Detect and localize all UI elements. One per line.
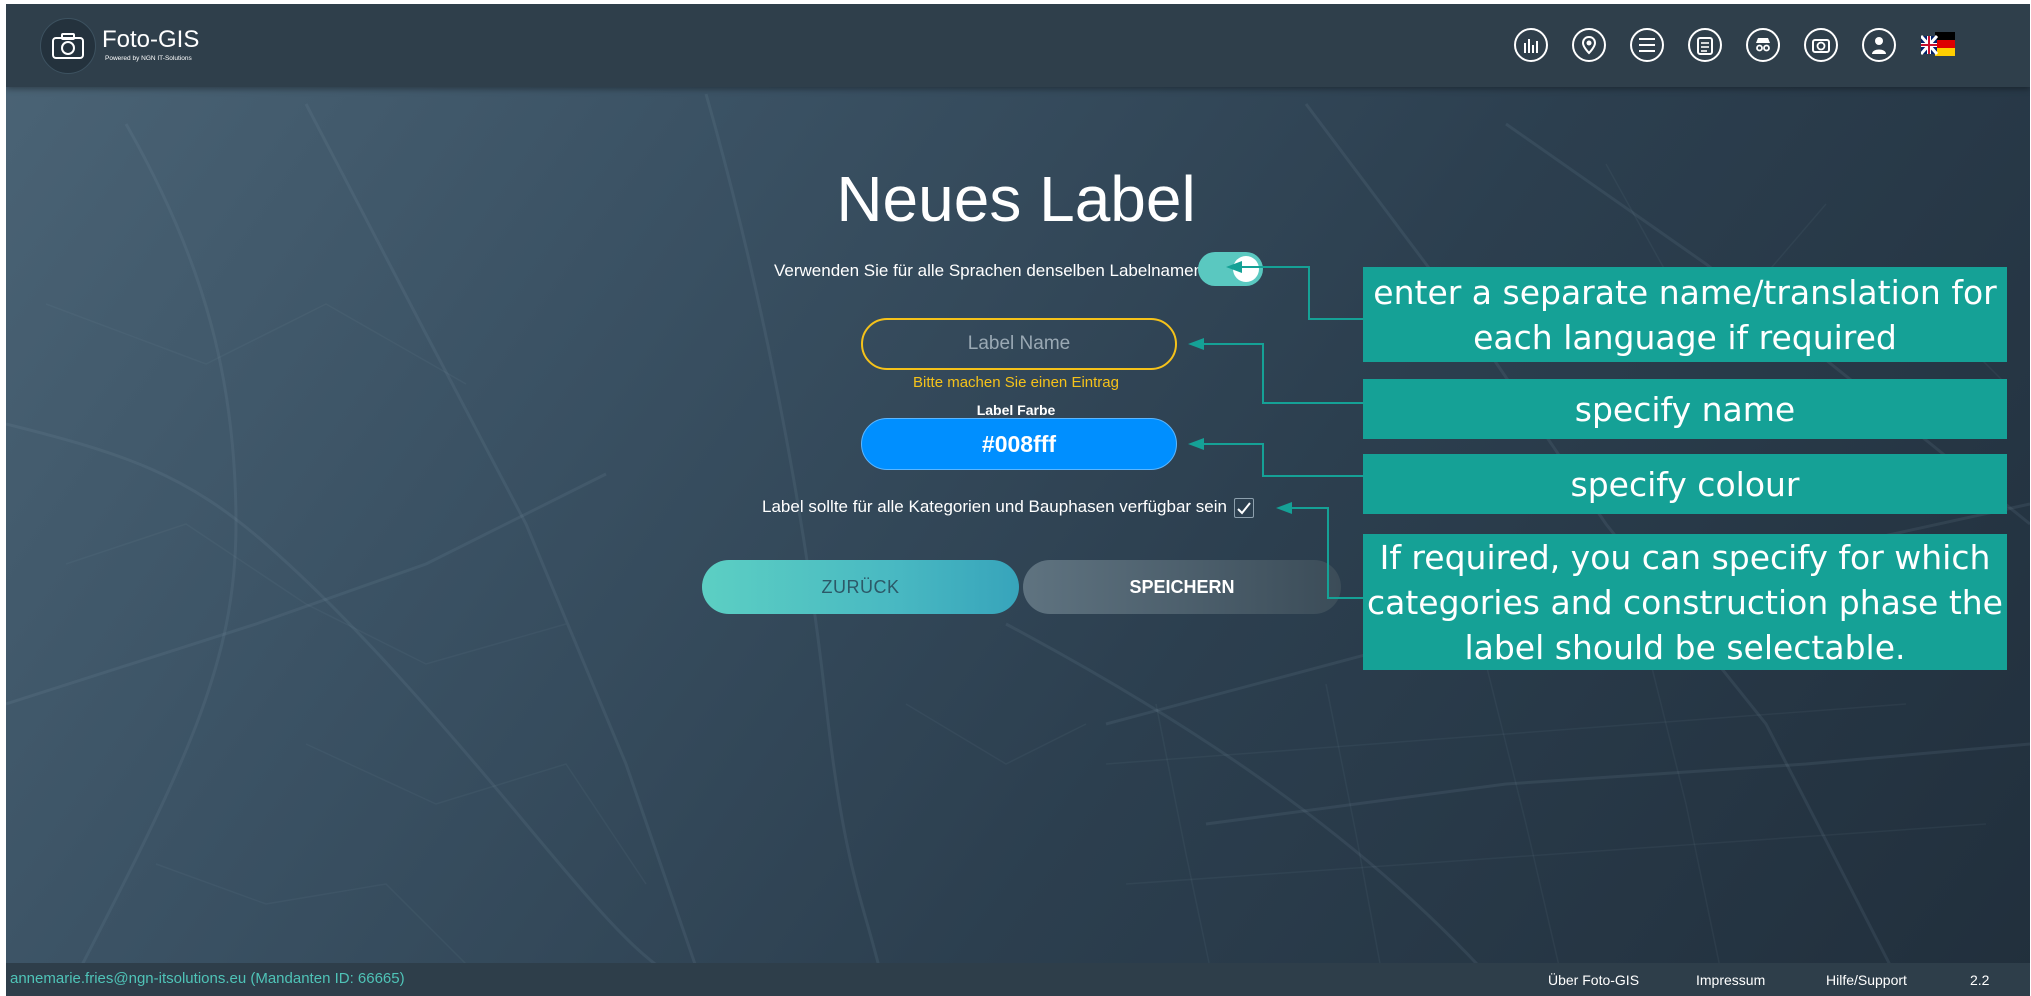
callout-colour-text: specify colour xyxy=(1570,464,1800,504)
callout-name-text: specify name xyxy=(1574,389,1796,429)
callout-name: specify name xyxy=(1363,379,2007,439)
help-support-link[interactable]: Hilfe/Support xyxy=(1826,972,1907,988)
camera-settings-icon[interactable] xyxy=(1804,28,1838,62)
callout-translation: enter a separate name/translation for ea… xyxy=(1363,267,2007,362)
user-icon[interactable] xyxy=(1862,28,1896,62)
same-name-toggle[interactable] xyxy=(1198,252,1263,286)
list-icon[interactable] xyxy=(1630,28,1664,62)
all-categories-label: Label sollte für alle Kategorien und Bau… xyxy=(762,497,1227,516)
language-flag-icon[interactable] xyxy=(1919,30,1955,60)
label-color-picker[interactable]: #008fff xyxy=(861,418,1177,470)
top-navigation-bar: Foto-GIS Powered by NGN IT-Solutions xyxy=(6,4,2030,87)
app-title: Foto-GIS xyxy=(102,26,200,53)
save-button[interactable]: SPEICHERN xyxy=(1023,560,1341,614)
label-name-input[interactable] xyxy=(861,318,1177,370)
all-categories-checkbox[interactable] xyxy=(1234,498,1254,518)
bar-chart-icon[interactable] xyxy=(1514,28,1548,62)
callout-colour: specify colour xyxy=(1363,454,2007,514)
footer-bar: annemarie.fries@ngn-itsolutions.eu (Mand… xyxy=(6,963,2030,996)
back-button[interactable]: ZURÜCK xyxy=(702,560,1019,614)
current-user-info: annemarie.fries@ngn-itsolutions.eu (Mand… xyxy=(10,970,405,987)
checkmark-icon xyxy=(1237,502,1251,515)
camera-logo-icon[interactable] xyxy=(40,18,96,74)
same-name-label: Verwenden Sie für alle Sprachen denselbe… xyxy=(774,261,1204,280)
map-pin-icon[interactable] xyxy=(1572,28,1606,62)
version-label: 2.2 xyxy=(1970,972,1990,988)
app-subtitle: Powered by NGN IT-Solutions xyxy=(105,55,192,62)
callout-categories-text: If required, you can specify for which c… xyxy=(1367,537,2003,667)
clipboard-icon[interactable] xyxy=(1688,28,1722,62)
about-link[interactable]: Über Foto-GIS xyxy=(1548,972,1639,988)
callout-translation-text: enter a separate name/translation for ea… xyxy=(1373,272,1997,357)
toggle-knob xyxy=(1233,256,1259,282)
incognito-user-icon[interactable] xyxy=(1746,28,1780,62)
label-color-value: #008fff xyxy=(981,430,1057,457)
callout-categories: If required, you can specify for which c… xyxy=(1363,534,2007,670)
page-title: Neues Label xyxy=(836,163,1196,235)
app-window: Foto-GIS Powered by NGN IT-Solutions Neu… xyxy=(6,4,2030,996)
imprint-link[interactable]: Impressum xyxy=(1696,972,1765,988)
